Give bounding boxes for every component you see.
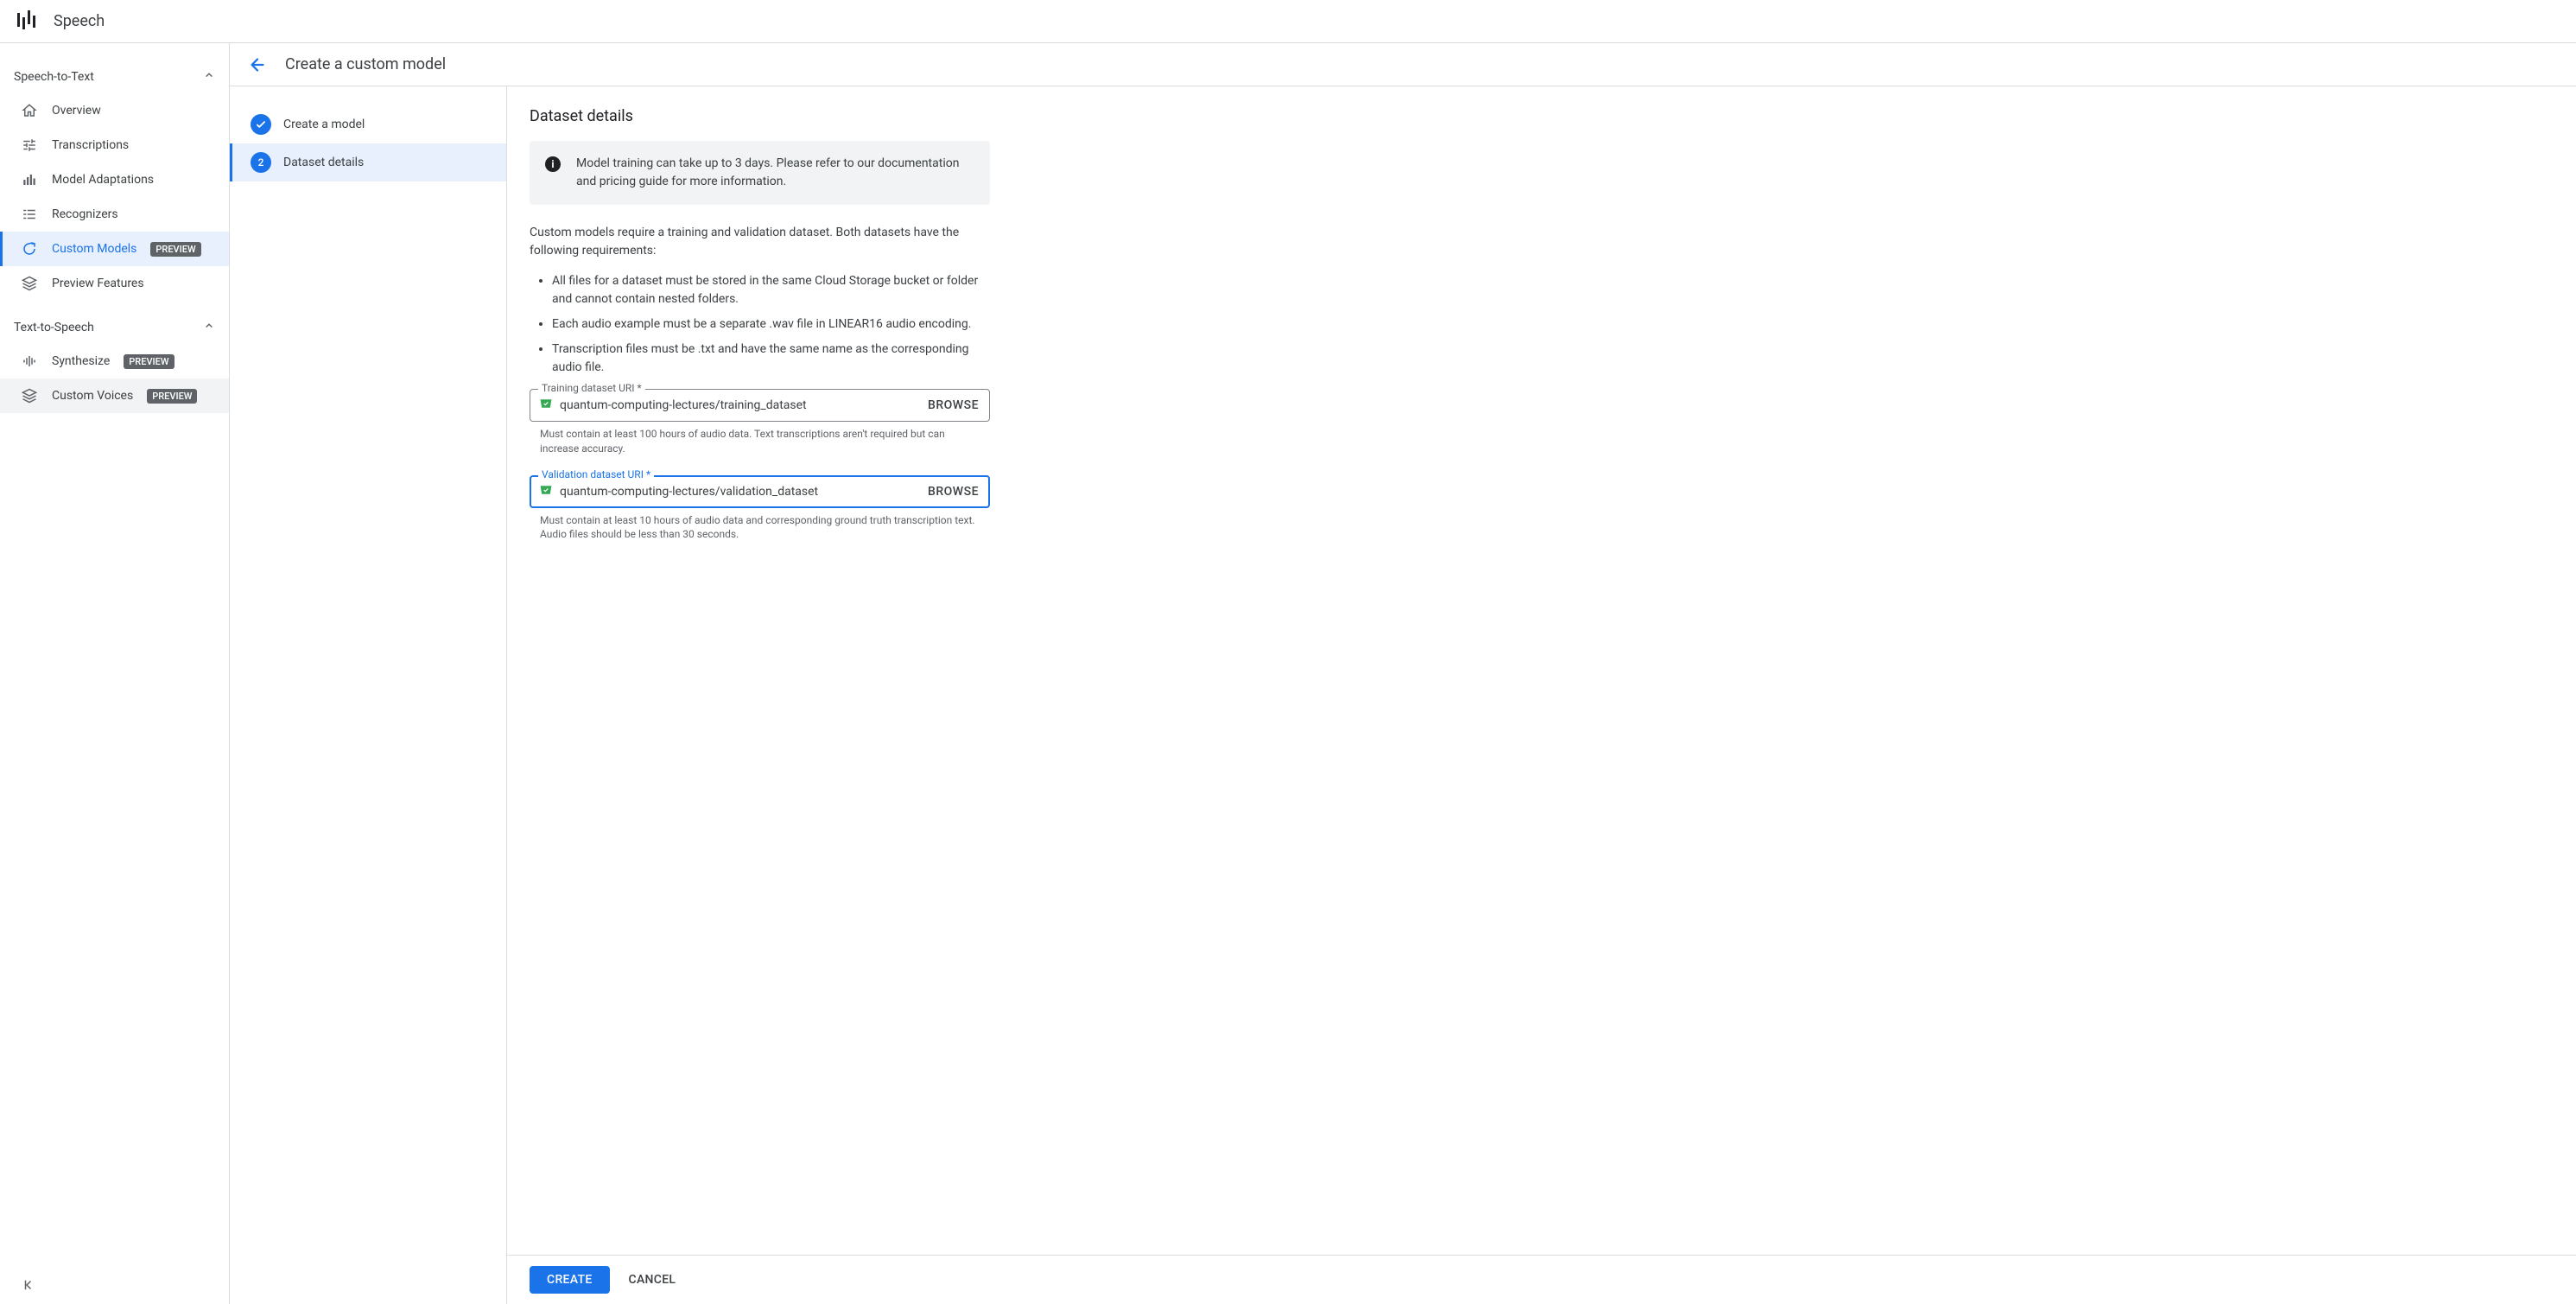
cancel-button[interactable]: CANCEL bbox=[629, 1273, 676, 1287]
preview-badge: PREVIEW bbox=[147, 389, 197, 404]
layers-icon bbox=[21, 275, 38, 292]
nav-item-synthesize[interactable]: Synthesize PREVIEW bbox=[0, 344, 229, 378]
nav-item-transcriptions[interactable]: Transcriptions bbox=[0, 128, 229, 162]
requirement-item: Transcription files must be .txt and hav… bbox=[552, 340, 990, 377]
chevron-up-icon bbox=[203, 320, 215, 335]
browse-training-button[interactable]: BROWSE bbox=[928, 398, 979, 412]
form-description: Custom models require a training and val… bbox=[530, 224, 990, 260]
check-icon bbox=[251, 114, 271, 135]
bucket-icon bbox=[539, 484, 553, 499]
training-uri-label: Training dataset URI * bbox=[538, 382, 645, 394]
loop-icon bbox=[21, 240, 38, 258]
layers-icon bbox=[21, 387, 38, 404]
preview-badge: PREVIEW bbox=[124, 354, 174, 369]
bars-icon bbox=[21, 171, 38, 188]
nav-item-model-adaptations[interactable]: Model Adaptations bbox=[0, 162, 229, 197]
validation-uri-label: Validation dataset URI * bbox=[538, 468, 654, 480]
validation-uri-input[interactable] bbox=[560, 485, 921, 499]
step-create-a-model[interactable]: Create a model bbox=[230, 105, 506, 143]
nav-item-preview-features[interactable]: Preview Features bbox=[0, 266, 229, 301]
training-uri-field: Training dataset URI * BROWSE bbox=[530, 389, 990, 422]
info-icon: i bbox=[545, 156, 561, 172]
requirement-item: All files for a dataset must be stored i… bbox=[552, 272, 990, 309]
app-logo: Speech bbox=[16, 10, 105, 33]
list-icon bbox=[21, 206, 38, 223]
validation-helper-text: Must contain at least 10 hours of audio … bbox=[530, 513, 990, 543]
nav-group-speech-to-text[interactable]: Speech-to-Text bbox=[0, 60, 229, 93]
tune-icon bbox=[21, 137, 38, 154]
equalizer-icon bbox=[21, 353, 38, 370]
nav-item-custom-models[interactable]: Custom Models PREVIEW bbox=[0, 232, 229, 266]
requirement-list: All files for a dataset must be stored i… bbox=[530, 272, 990, 377]
stepper-panel: Create a model 2 Dataset details bbox=[230, 86, 507, 1304]
sidebar: Speech-to-Text Overview Transcriptions M… bbox=[0, 43, 230, 1304]
page-header: Create a custom model bbox=[230, 43, 2576, 86]
step-number: 2 bbox=[251, 152, 271, 173]
nav-group-text-to-speech[interactable]: Text-to-Speech bbox=[0, 311, 229, 344]
speech-bars-icon bbox=[16, 10, 40, 33]
step-dataset-details[interactable]: 2 Dataset details bbox=[230, 143, 506, 181]
create-button[interactable]: CREATE bbox=[530, 1266, 610, 1294]
home-icon bbox=[21, 102, 38, 119]
nav-item-recognizers[interactable]: Recognizers bbox=[0, 197, 229, 232]
back-arrow-button[interactable] bbox=[247, 54, 268, 75]
page-title: Create a custom model bbox=[285, 55, 446, 73]
footer-bar: CREATE CANCEL bbox=[507, 1255, 2576, 1304]
nav-item-custom-voices[interactable]: Custom Voices PREVIEW bbox=[0, 378, 229, 413]
training-uri-input[interactable] bbox=[560, 398, 921, 412]
chevron-up-icon bbox=[203, 69, 215, 85]
preview-badge: PREVIEW bbox=[150, 242, 200, 257]
app-title: Speech bbox=[54, 12, 105, 30]
section-title: Dataset details bbox=[530, 107, 990, 125]
requirement-item: Each audio example must be a separate .w… bbox=[552, 315, 990, 334]
info-text: Model training can take up to 3 days. Pl… bbox=[576, 155, 974, 191]
validation-uri-field: Validation dataset URI * BROWSE bbox=[530, 475, 990, 508]
browse-validation-button[interactable]: BROWSE bbox=[928, 485, 979, 499]
info-box: i Model training can take up to 3 days. … bbox=[530, 141, 990, 205]
collapse-sidebar-button[interactable] bbox=[19, 1275, 40, 1295]
bucket-icon bbox=[539, 398, 553, 413]
training-helper-text: Must contain at least 100 hours of audio… bbox=[530, 427, 990, 456]
nav-item-overview[interactable]: Overview bbox=[0, 93, 229, 128]
app-header: Speech bbox=[0, 0, 2576, 43]
